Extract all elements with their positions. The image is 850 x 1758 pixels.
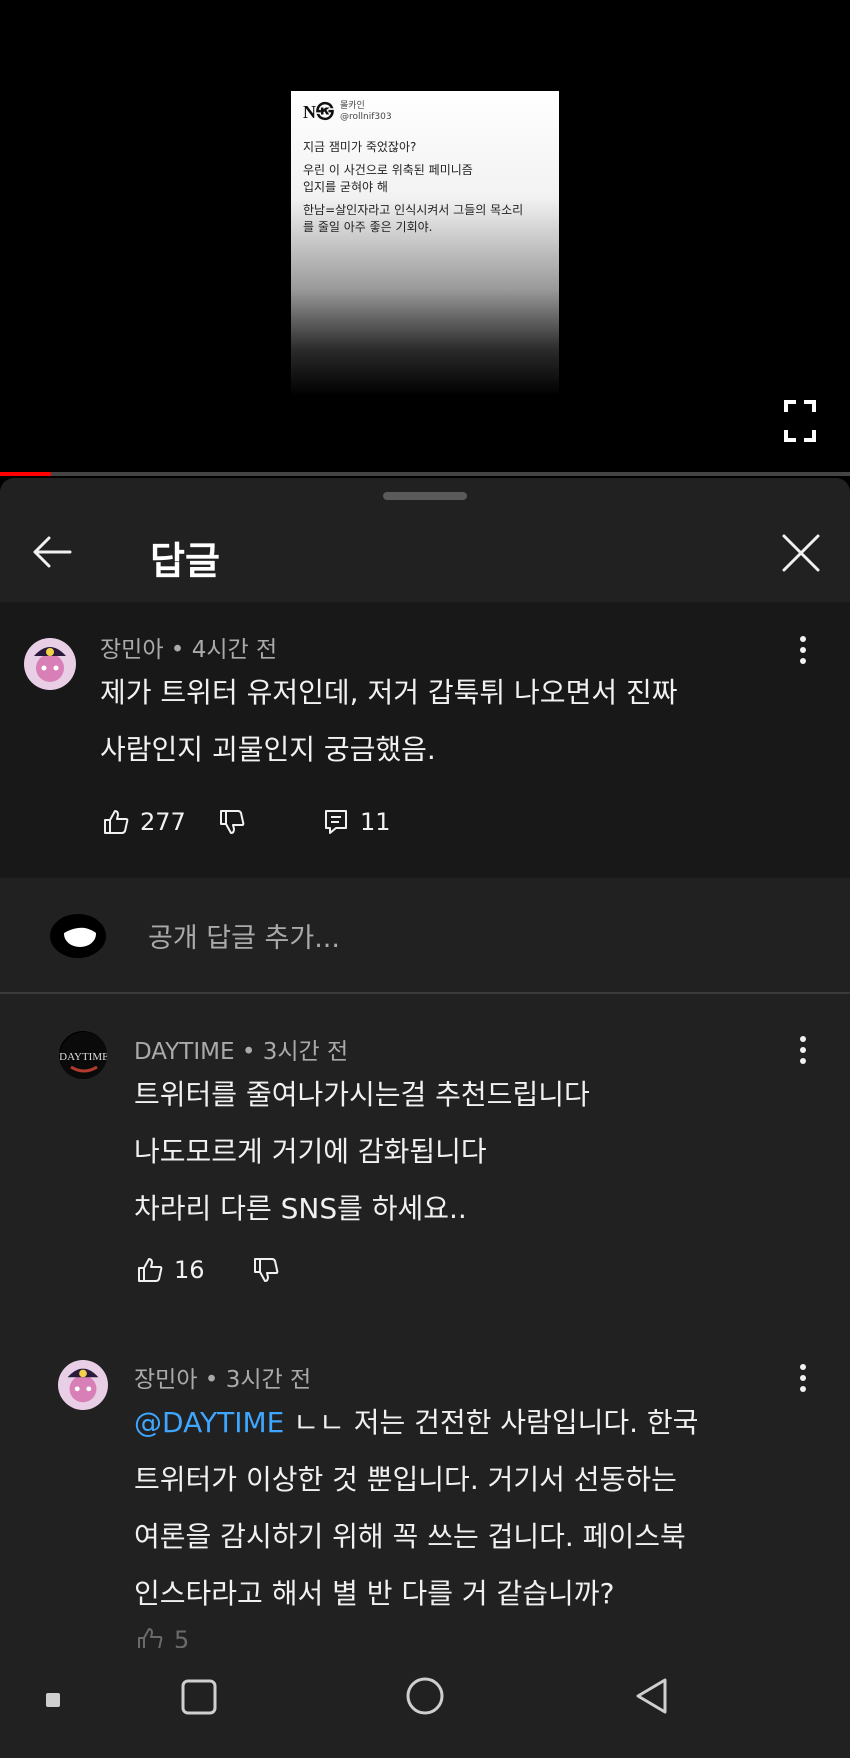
- fullscreen-button[interactable]: [784, 400, 816, 442]
- comment-time: 3시간 전: [225, 1367, 312, 1393]
- comment-author[interactable]: 장민아: [100, 637, 163, 663]
- recent-apps-icon: [181, 1679, 217, 1715]
- like-count: 277: [140, 808, 186, 836]
- avatar[interactable]: [24, 638, 76, 690]
- thumbs-down-icon: [220, 810, 245, 834]
- comment-text-first-line: @DAYTIME ㄴㄴ 저는 건전한 사람입니다. 한국: [134, 1394, 698, 1451]
- reply-count: 11: [360, 808, 391, 836]
- svg-text:DAYTIME: DAYTIME: [59, 1051, 108, 1063]
- more-options-button[interactable]: [791, 632, 815, 668]
- comment-meta: 장민아 • 4시간 전: [100, 630, 277, 664]
- home-button[interactable]: [405, 1676, 445, 1716]
- more-vertical-icon: [800, 1036, 806, 1064]
- comment-text: ㄴㄴ 저는 건전한 사람입니다. 한국: [284, 1406, 699, 1439]
- tweet-header: N㉿ 몰카인 @rollnif303: [303, 101, 547, 123]
- back-nav-button[interactable]: [632, 1676, 672, 1716]
- nav-dot-indicator: [46, 1693, 60, 1707]
- avatar-image: [24, 638, 76, 690]
- video-progress-fill: [0, 472, 51, 476]
- thumbs-up-icon: [104, 810, 129, 834]
- more-options-button[interactable]: [791, 1032, 815, 1068]
- video-frame-tweet: N㉿ 몰카인 @rollnif303 지금 잼미가 죽었잖아? 우린 이 사건으…: [291, 91, 559, 472]
- tweet-line: 우린 이 사건으로 위축된 페미니즘: [303, 163, 473, 177]
- tweet-line: 지금 잼미가 죽었잖아?: [303, 140, 417, 154]
- avatar-image: DAYTIME: [59, 1032, 108, 1079]
- drag-handle[interactable]: [383, 492, 467, 500]
- meta-separator: •: [234, 1039, 263, 1065]
- thumbs-up-icon: [138, 1258, 163, 1282]
- comment-meta: DAYTIME • 3시간 전: [134, 1032, 348, 1066]
- home-circle-icon: [406, 1677, 444, 1715]
- parent-comment: 장민아 • 4시간 전 제가 트위터 유저인데, 저거 갑툭튀 나오면서 진짜 …: [0, 602, 850, 878]
- fullscreen-icon: [784, 400, 816, 442]
- meta-separator: •: [163, 637, 192, 663]
- tweet-line: 입지를 굳혀야 해: [303, 180, 388, 194]
- arrow-left-icon: [33, 536, 72, 568]
- avatar[interactable]: [58, 1360, 108, 1410]
- mention-link[interactable]: @DAYTIME: [134, 1406, 284, 1439]
- system-navigation-bar: [0, 1648, 850, 1758]
- dislike-button[interactable]: [252, 1256, 280, 1284]
- comment-author[interactable]: DAYTIME: [134, 1039, 235, 1065]
- replies-sheet: 답글 장민아 • 4시간 전 제가 트위터 유저인데, 저거 갑툭튀 나오면서 …: [0, 478, 850, 1648]
- meta-separator: •: [197, 1367, 226, 1393]
- like-count: 5: [174, 1626, 190, 1648]
- comment-author[interactable]: 장민아: [134, 1367, 197, 1393]
- like-button[interactable]: 16: [136, 1256, 205, 1284]
- avatar-image: [58, 1360, 108, 1410]
- comment-icon: [325, 810, 347, 834]
- tweet-body: 지금 잼미가 죽었잖아? 우린 이 사건으로 위축된 페미니즘 입지를 굳혀야 …: [303, 139, 547, 236]
- like-button[interactable]: 277: [102, 808, 186, 836]
- comment-meta: 장민아 • 3시간 전: [134, 1360, 311, 1394]
- replies-count-button[interactable]: 11: [322, 808, 391, 836]
- comment-text: 트위터를 줄여나가시는걸 추천드립니다 나도모르게 거기에 감화됩니다 차라리 …: [134, 1078, 590, 1225]
- tweet-line: 한남=살인자라고 인식시켜서 그들의 목소리: [303, 203, 524, 217]
- close-icon: [782, 534, 820, 572]
- more-vertical-icon: [800, 636, 806, 664]
- like-button[interactable]: 5: [136, 1626, 189, 1648]
- user-avatar-image: [50, 914, 106, 958]
- more-options-button[interactable]: [791, 1360, 815, 1396]
- comment-time: 3시간 전: [262, 1039, 349, 1065]
- sheet-header: 답글: [0, 508, 850, 600]
- thumbs-down-icon: [254, 1258, 279, 1282]
- tweet-logo: N㉿: [303, 101, 334, 122]
- avatar[interactable]: DAYTIME: [58, 1030, 108, 1080]
- more-vertical-icon: [800, 1364, 806, 1392]
- video-player[interactable]: N㉿ 몰카인 @rollnif303 지금 잼미가 죽었잖아? 우린 이 사건으…: [0, 0, 850, 472]
- like-count: 16: [174, 1256, 205, 1284]
- back-button[interactable]: [30, 530, 74, 574]
- reply-input[interactable]: 공개 답글 추가...: [148, 916, 340, 955]
- video-progress-bar[interactable]: [0, 472, 850, 476]
- user-avatar: [50, 912, 106, 960]
- thumbs-up-icon: [138, 1628, 163, 1648]
- close-button[interactable]: [778, 530, 824, 576]
- comment-text: 트위터가 이상한 것 뿐입니다. 거기서 선동하는 여론을 감시하기 위해 꼭 …: [134, 1463, 686, 1610]
- dislike-button[interactable]: [218, 808, 246, 836]
- input-divider: [0, 992, 850, 994]
- back-triangle-icon: [636, 1678, 667, 1714]
- sheet-title: 답글: [150, 539, 220, 583]
- tweet-display-name: 몰카인: [340, 101, 365, 111]
- recent-apps-button[interactable]: [180, 1678, 218, 1716]
- tweet-handle: @rollnif303: [340, 112, 392, 122]
- comment-text: 제가 트위터 유저인데, 저거 갑툭튀 나오면서 진짜 사람인지 괴물인지 궁금…: [100, 676, 678, 766]
- tweet-line: 를 줄일 아주 좋은 기회야.: [303, 220, 433, 234]
- add-reply-row[interactable]: 공개 답글 추가...: [0, 878, 850, 992]
- comment-time: 4시간 전: [191, 637, 278, 663]
